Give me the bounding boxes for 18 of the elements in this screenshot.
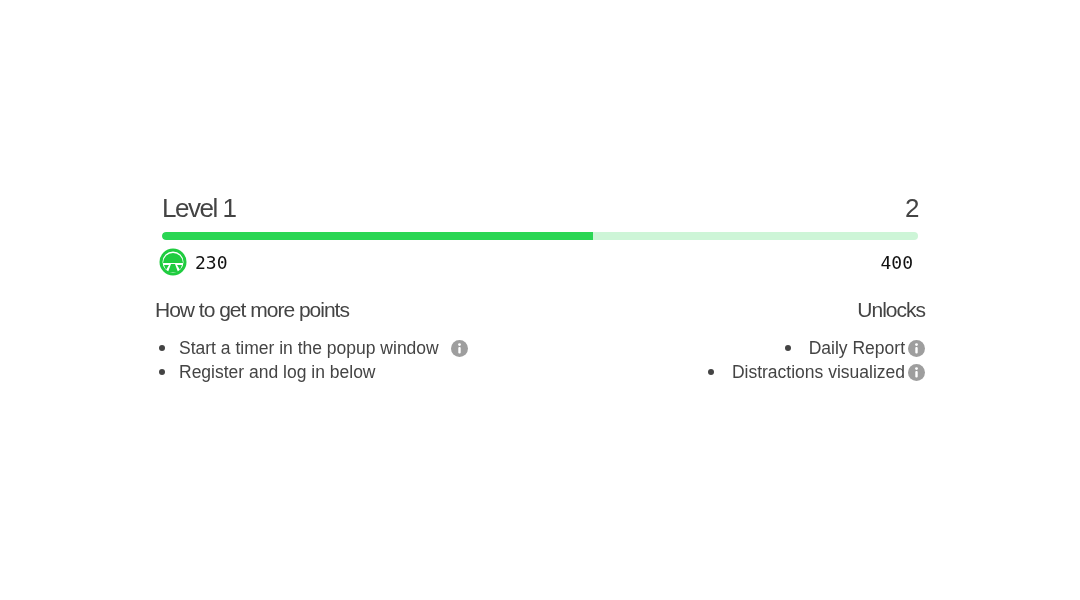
list-item-text: Register and log in below <box>179 361 376 383</box>
section-title: How to get more points <box>155 298 349 322</box>
bullet-icon <box>707 369 714 375</box>
target-points: 400 <box>880 251 913 273</box>
list-item-text: Daily Report <box>808 337 905 359</box>
current-level: Level 1 <box>162 193 236 224</box>
next-level: 2 <box>905 193 918 224</box>
list-item-text: Start a timer in the popup window <box>179 337 439 359</box>
list-item-text: Distractions visualized <box>731 361 905 383</box>
bullet-icon <box>159 369 165 375</box>
current-points: 230 <box>195 251 228 273</box>
info-icon[interactable] <box>908 339 925 357</box>
logo-icon <box>159 248 187 276</box>
bullet-icon <box>784 345 791 351</box>
info-icon[interactable] <box>450 339 468 357</box>
section-title: Unlocks <box>857 298 925 322</box>
info-icon[interactable] <box>908 363 925 381</box>
bullet-icon <box>159 345 165 351</box>
